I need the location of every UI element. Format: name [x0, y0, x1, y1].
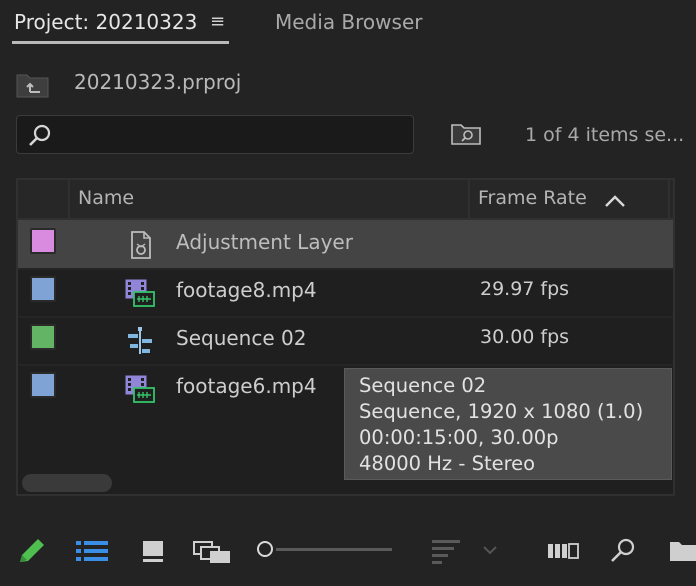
column-divider[interactable] — [668, 180, 670, 218]
label-color-swatch[interactable] — [30, 372, 56, 398]
table-header: Name Frame Rate — [18, 180, 673, 220]
search-input[interactable] — [65, 122, 409, 150]
new-bin-icon[interactable] — [668, 536, 696, 566]
video-clip-icon — [125, 279, 155, 307]
item-name: Sequence 02 — [176, 326, 307, 350]
find-icon[interactable] — [608, 536, 638, 566]
column-divider[interactable] — [468, 180, 470, 218]
chevron-down-icon[interactable] — [480, 536, 500, 566]
selection-count: 1 of 4 items se... — [525, 124, 685, 146]
adjustment-layer-icon — [131, 231, 151, 259]
project-filename: 20210323.prproj — [74, 70, 242, 94]
icon-view-icon[interactable] — [140, 536, 166, 566]
zoom-slider-handle[interactable] — [257, 541, 273, 557]
column-header-frame-rate[interactable]: Frame Rate — [478, 187, 587, 209]
horizontal-scrollbar[interactable] — [22, 474, 112, 492]
video-clip-icon — [125, 375, 155, 403]
list-view-icon[interactable] — [74, 536, 110, 566]
label-color-swatch[interactable] — [30, 324, 56, 350]
tab-media-browser[interactable]: Media Browser — [275, 8, 422, 36]
column-divider[interactable] — [68, 180, 70, 218]
tooltip-format: Sequence, 1920 x 1080 (1.0) — [359, 400, 644, 423]
search-icon — [29, 124, 51, 146]
search-field[interactable] — [16, 115, 414, 154]
sort-icon[interactable] — [430, 536, 462, 566]
item-frame-rate: 29.97 fps — [480, 278, 570, 300]
chevron-up-icon[interactable] — [604, 194, 626, 208]
item-frame-rate: 30.00 fps — [480, 326, 570, 348]
automate-to-sequence-icon[interactable] — [546, 536, 580, 566]
tooltip-title: Sequence 02 — [359, 374, 487, 397]
sequence-icon — [128, 327, 152, 354]
table-row[interactable]: footage8.mp4 29.97 fps — [18, 268, 673, 318]
freeform-view-icon[interactable] — [192, 536, 232, 566]
pencil-icon[interactable] — [16, 536, 48, 566]
column-header-name[interactable]: Name — [78, 187, 134, 209]
label-color-swatch[interactable] — [30, 276, 56, 302]
table-row[interactable]: Adjustment Layer — [18, 220, 673, 270]
item-name: Adjustment Layer — [176, 230, 353, 254]
label-color-swatch[interactable] — [30, 228, 56, 254]
zoom-slider-track[interactable] — [276, 548, 392, 551]
find-in-bin-icon[interactable] — [450, 122, 482, 146]
active-tab-underline — [12, 41, 229, 44]
item-tooltip: Sequence 02 Sequence, 1920 x 1080 (1.0) … — [344, 368, 672, 480]
item-name: footage6.mp4 — [176, 374, 317, 398]
tab-project[interactable]: Project: 20210323 — [14, 8, 197, 36]
tooltip-audio: 48000 Hz - Stereo — [359, 452, 536, 475]
tooltip-duration: 00:00:15:00, 30.00p — [359, 426, 559, 449]
panel-menu-icon[interactable]: ≡ — [210, 8, 225, 36]
folder-up-icon[interactable] — [16, 72, 50, 98]
item-name: footage8.mp4 — [176, 278, 317, 302]
table-row[interactable]: Sequence 02 30.00 fps — [18, 316, 673, 366]
